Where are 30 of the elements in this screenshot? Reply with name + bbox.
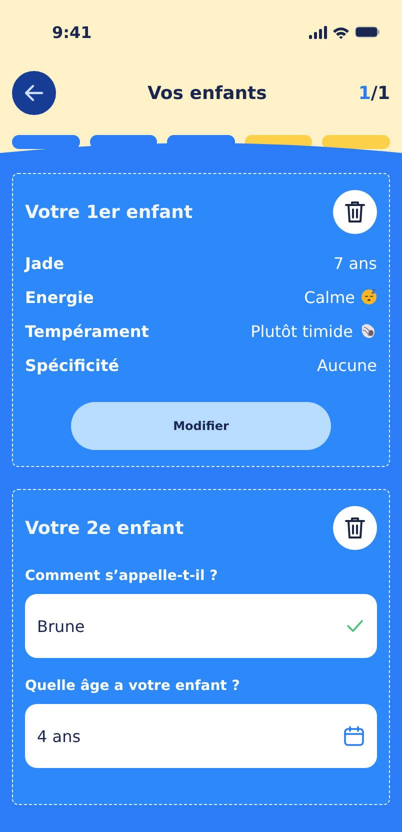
input-field[interactable]: Brune <box>25 594 377 658</box>
info-value: 7 ans <box>333 254 377 272</box>
status-time: 9:41 <box>52 22 92 42</box>
battery-icon <box>355 26 380 38</box>
delete-button[interactable] <box>333 506 377 550</box>
wifi-icon <box>333 26 349 38</box>
info-label: Jade <box>25 254 64 272</box>
trash-icon <box>344 516 366 540</box>
sleepy-face-icon <box>361 289 377 305</box>
info-value: Calme <box>304 288 355 306</box>
input-field[interactable]: 4 ans <box>25 704 377 768</box>
step-total: /1 <box>370 82 390 104</box>
field-label: Quelle âge a votre enfant ? <box>25 678 241 694</box>
shell-icon <box>359 322 377 340</box>
field-label: Comment s’appelle-t-il ? <box>25 568 219 584</box>
delete-button[interactable] <box>333 190 377 234</box>
info-value: Aucune <box>316 356 377 374</box>
info-value: Plutôt timide <box>250 322 353 340</box>
info-label: Energie <box>25 288 94 306</box>
back-button[interactable] <box>12 71 56 115</box>
info-label: Spécificité <box>25 356 120 374</box>
calendar-icon <box>343 725 365 747</box>
step-current: 1 <box>358 82 371 104</box>
card-title: Votre 2e enfant <box>25 518 184 538</box>
modify-button[interactable]: Modifier <box>71 402 331 450</box>
signal-icon <box>309 26 327 38</box>
page-title: Vos enfants <box>146 82 268 104</box>
info-label: Tempérament <box>25 322 149 340</box>
card-title: Votre 1er enfant <box>25 202 193 222</box>
trash-icon <box>344 200 366 224</box>
